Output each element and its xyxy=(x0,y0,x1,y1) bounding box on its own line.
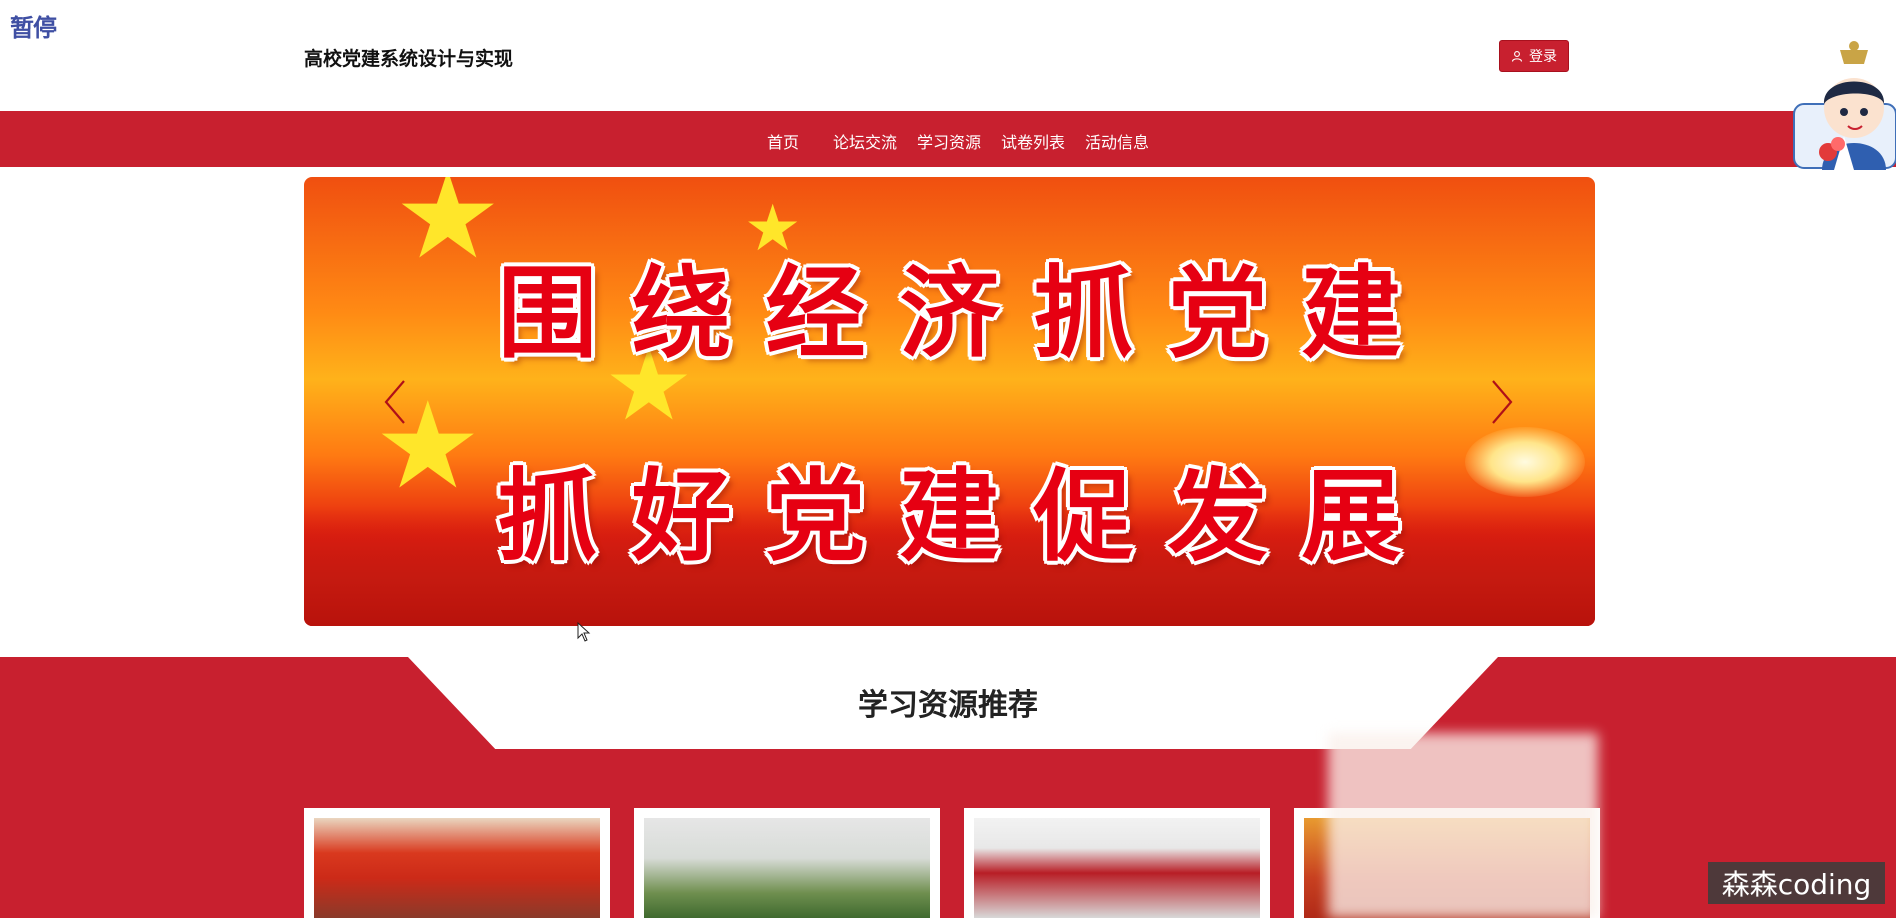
nav-item-resources[interactable]: 学习资源 xyxy=(917,129,981,153)
header: 高校党建系统设计与实现 登录 xyxy=(0,0,1896,110)
chevron-left-icon xyxy=(384,380,405,424)
resource-card[interactable] xyxy=(634,808,940,918)
main-nav: 首页 论坛交流 学习资源 试卷列表 活动信息 xyxy=(0,111,1896,167)
nav-item-home[interactable]: 首页 xyxy=(767,129,799,153)
banner-slogan-line2: 抓好党建促发展 xyxy=(497,457,1436,575)
mouse-cursor-icon xyxy=(577,622,591,642)
carousel-prev-button[interactable] xyxy=(376,377,416,427)
login-button[interactable]: 登录 xyxy=(1499,40,1569,72)
resource-card-image xyxy=(974,818,1260,918)
resource-card[interactable] xyxy=(304,808,610,918)
chevron-right-icon xyxy=(1492,380,1513,424)
blurred-region xyxy=(1328,733,1598,918)
banner-slogan-line1: 围绕经济抓党建 xyxy=(497,254,1436,372)
nav-item-activities[interactable]: 活动信息 xyxy=(1085,129,1149,153)
nav-item-exams[interactable]: 试卷列表 xyxy=(1001,129,1065,153)
section-title: 学习资源推荐 xyxy=(858,688,1038,723)
banner-carousel[interactable]: ★ ★ ★ ★ 围绕经济抓党建 抓好党建促发展 xyxy=(304,177,1595,626)
nav-item-forum[interactable]: 论坛交流 xyxy=(833,129,897,153)
resource-card-image xyxy=(314,818,600,918)
site-title: 高校党建系统设计与实现 xyxy=(304,48,514,70)
resource-card-image xyxy=(644,818,930,918)
resource-card[interactable] xyxy=(964,808,1270,918)
mascot-avatar[interactable] xyxy=(1792,34,1896,170)
login-label: 登录 xyxy=(1529,49,1557,65)
carousel-next-button[interactable] xyxy=(1481,377,1521,427)
user-icon xyxy=(1511,51,1523,62)
watermark: 森森coding xyxy=(1708,862,1885,904)
